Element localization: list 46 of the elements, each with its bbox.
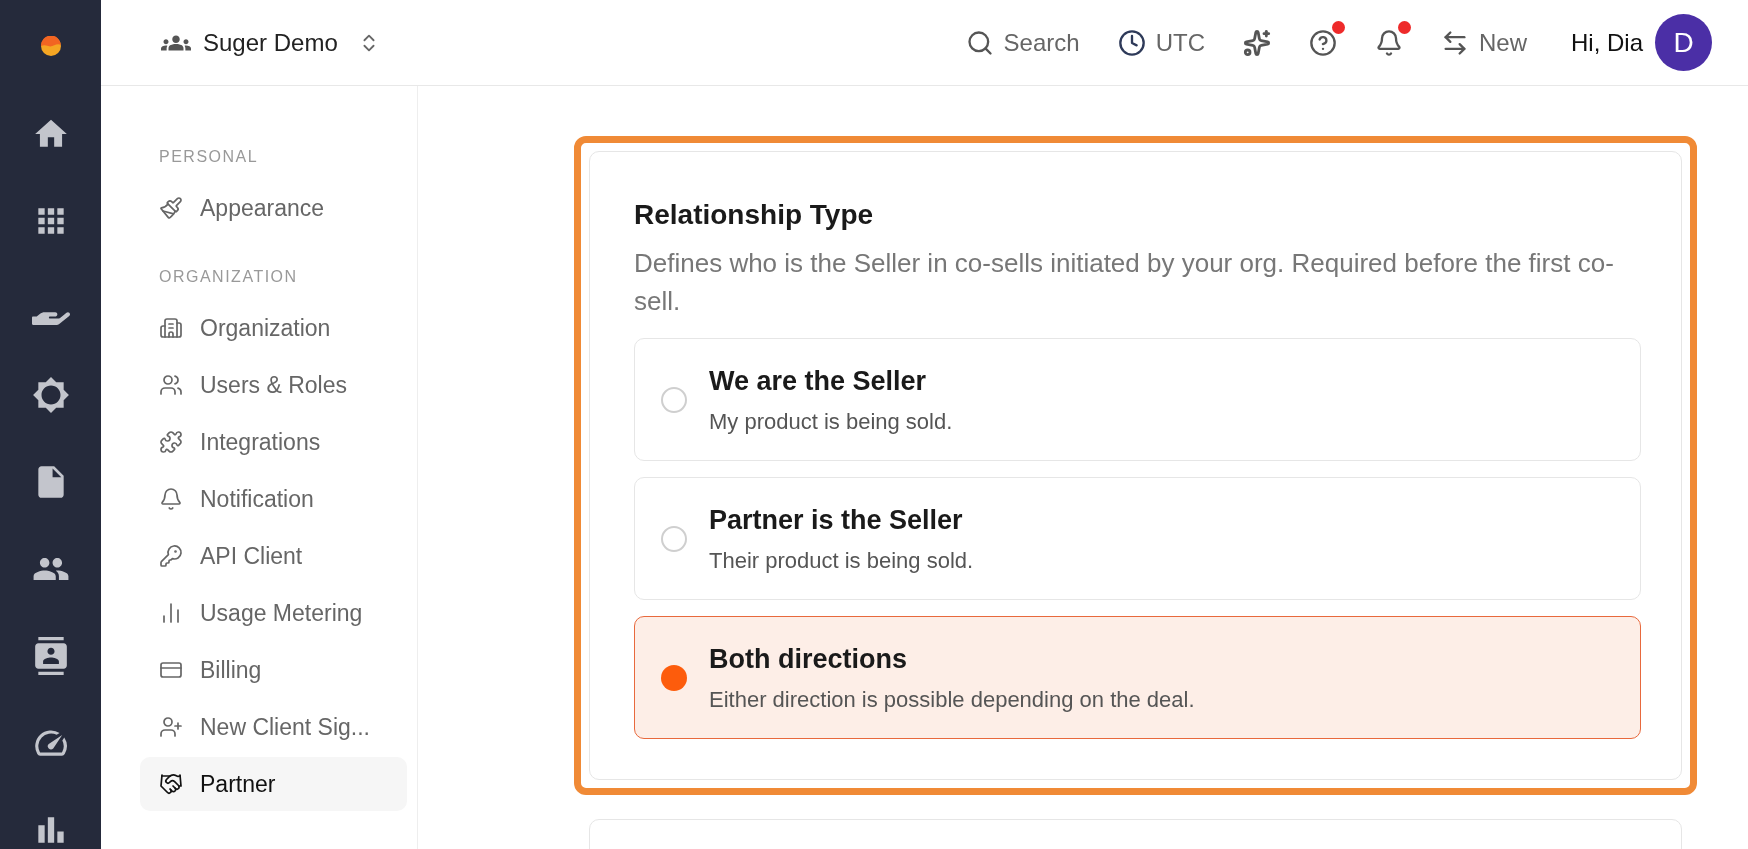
sidebar-item[interactable]: Billing	[140, 643, 407, 697]
sidebar-item[interactable]: Integrations	[140, 415, 407, 469]
building-icon	[159, 316, 183, 340]
avatar[interactable]: D	[1655, 14, 1712, 71]
section-heading: PERSONAL	[158, 147, 260, 167]
bell-button[interactable]	[1374, 20, 1411, 57]
radio-option[interactable]: Partner is the Seller Their product is being sold.	[634, 477, 1641, 600]
puzzle-icon	[159, 430, 183, 454]
sparkles-button[interactable]	[1242, 28, 1271, 57]
sidebar-item[interactable]: Appearance	[140, 181, 407, 235]
option-title: We are the Seller	[709, 364, 928, 398]
workspace-switcher[interactable]: Suger Demo	[161, 24, 380, 61]
help-icon	[1308, 28, 1337, 57]
option-title: Partner is the Seller	[709, 503, 964, 537]
section-heading: ORGANIZATION	[158, 267, 299, 287]
greeting: Hi, Dia	[1571, 27, 1643, 58]
option-subtitle: Either direction is possible depending on the deal.	[709, 686, 1195, 715]
sidebar-item[interactable]: Organization	[140, 301, 407, 355]
bell-icon	[159, 487, 183, 511]
sidebar-item[interactable]: Partner	[140, 757, 407, 811]
sidebar-item[interactable]: New Client Sig...	[140, 700, 407, 754]
key-icon	[159, 544, 183, 568]
swap-button[interactable]: New	[1440, 24, 1527, 61]
option-subtitle: Their product is being sold.	[709, 547, 974, 576]
option-title: Both directions	[709, 642, 908, 676]
search-icon	[965, 28, 994, 57]
clock-icon	[1117, 28, 1146, 57]
radio-option[interactable]: Both directions Either direction is possible depending on the deal.	[634, 616, 1641, 739]
sidebar-item[interactable]: Notification	[140, 472, 407, 526]
clock-button[interactable]: UTC	[1117, 24, 1205, 61]
radio-option[interactable]: We are the Seller My product is being sold.	[634, 338, 1641, 461]
card-title: Relationship Type	[634, 198, 875, 232]
sidebar-item[interactable]: Users & Roles	[140, 358, 407, 412]
user-plus-icon	[159, 715, 183, 739]
sidebar-item[interactable]: Usage Metering	[140, 586, 407, 640]
bell-icon	[1374, 28, 1403, 57]
sparkles-icon	[1242, 28, 1271, 57]
handshake-icon	[159, 772, 183, 796]
card-description: Defines who is the Seller in co-sells initiated by your org. Required before the first co-sell.	[634, 247, 1615, 318]
help-button[interactable]	[1308, 20, 1345, 57]
search-button[interactable]: Search	[965, 24, 1080, 61]
users-icon	[159, 373, 183, 397]
sun-icon[interactable]	[31, 376, 70, 414]
paintbrush-icon	[159, 196, 183, 220]
option-subtitle: My product is being sold.	[709, 408, 953, 437]
sidebar-item[interactable]: API Client	[140, 529, 407, 583]
